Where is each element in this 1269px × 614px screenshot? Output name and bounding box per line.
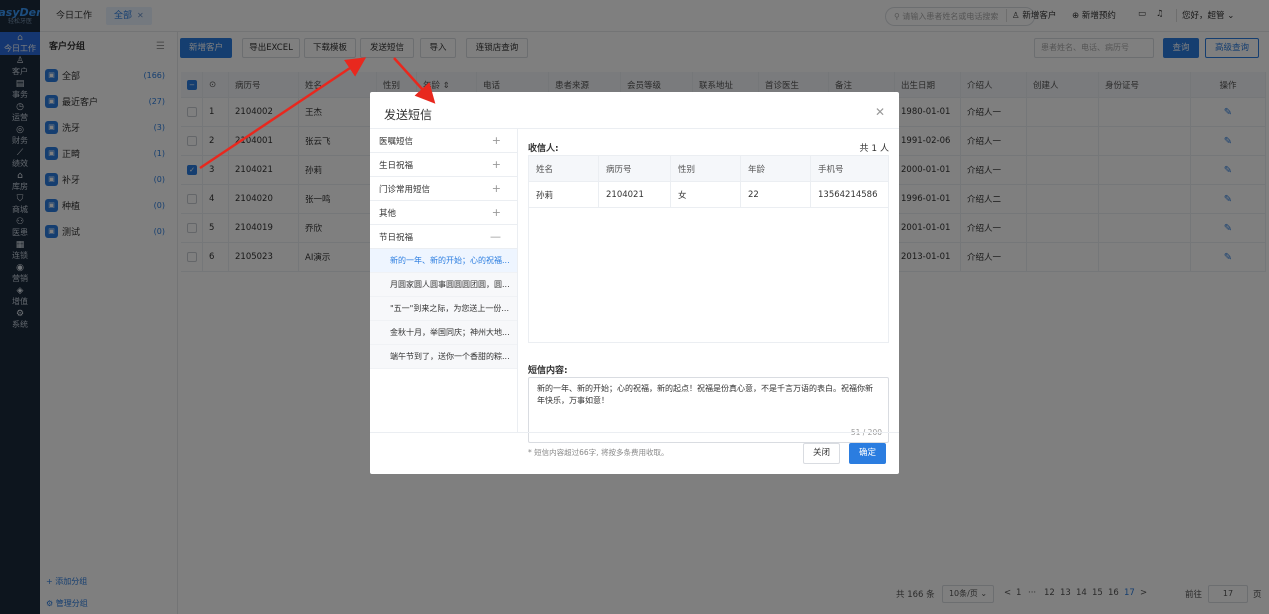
category-label: 门诊常用短信 <box>379 184 431 195</box>
recipient-id: 2104021 <box>599 182 671 207</box>
minus-icon[interactable]: — <box>490 230 501 243</box>
close-button[interactable]: 关闭 <box>803 443 841 464</box>
plus-icon[interactable]: + <box>492 206 501 219</box>
sms-template-item[interactable]: 金秋十月，举国同庆；神州大地... <box>370 321 517 345</box>
plus-icon[interactable]: + <box>492 134 501 147</box>
sms-compose-panel: 收信人: 共 1 人 姓名 病历号 性别 年龄 手机号 孙莉 2104021 女 22 … <box>518 128 899 457</box>
sms-template-item[interactable]: 端午节到了，送你一个香甜的粽... <box>370 345 517 369</box>
template-category[interactable]: 节日祝福 — <box>370 225 517 249</box>
plus-icon[interactable]: + <box>492 182 501 195</box>
recipient-gender: 女 <box>671 182 741 207</box>
recipient-phone: 13564214586 <box>818 189 878 200</box>
recipient-column-header: 姓名 <box>529 156 599 181</box>
close-icon[interactable]: ✕ <box>875 105 885 119</box>
template-category[interactable]: 门诊常用短信 + <box>370 177 517 201</box>
recipient-column-header: 病历号 <box>599 156 671 181</box>
recipient-column-header: 性别 <box>671 156 741 181</box>
plus-icon[interactable]: + <box>492 158 501 171</box>
recipients-header-row: 姓名 病历号 性别 年龄 手机号 <box>529 156 888 182</box>
sms-template-item[interactable]: "五一"到来之际，为您送上一份... <box>370 297 517 321</box>
recipient-column-header: 手机号 <box>818 164 844 175</box>
template-category[interactable]: 生日祝福 + <box>370 153 517 177</box>
recipient-column-header: 年龄 <box>741 156 811 181</box>
recipients-table: 姓名 病历号 性别 年龄 手机号 孙莉 2104021 女 22 13564214586 <box>528 155 889 343</box>
recipient-age: 22 <box>741 182 811 207</box>
template-category-list: 医嘱短信 + 生日祝福 + 门诊常用短信 + 其他 + 节日祝福 — 新的一年、新的开始；心的祝福.… <box>370 128 518 432</box>
template-category[interactable]: 其他 + <box>370 201 517 225</box>
sms-content-text: 新的一年、新的开始；心的祝福，新的起点！祝福是份真心意，不是千言万语的表白。祝福… <box>537 384 873 405</box>
recipients-total: 共 1 人 <box>859 144 889 154</box>
dialog-footer: 关闭 确定 <box>370 432 899 474</box>
category-label: 节日祝福 <box>379 232 414 243</box>
sms-template-item[interactable]: 月圆家圆人圆事圆圆圆团圆，圆... <box>370 273 517 297</box>
template-category[interactable]: 医嘱短信 + <box>370 129 517 153</box>
sms-template-item[interactable]: 新的一年、新的开始；心的祝福... <box>370 249 517 273</box>
category-label: 其他 <box>379 208 397 219</box>
category-label: 医嘱短信 <box>379 136 414 147</box>
recipient-name: 孙莉 <box>529 182 599 207</box>
recipient-row: 孙莉 2104021 女 22 13564214586 <box>529 182 888 208</box>
send-sms-dialog: 发送短信 ✕ 医嘱短信 + 生日祝福 + 门诊常用短信 + 其他 + 节日祝福 — 新的一年、新的开… <box>370 92 899 474</box>
confirm-button[interactable]: 确定 <box>849 443 887 464</box>
recipients-label: 收信人: <box>528 144 559 154</box>
dialog-title: 发送短信 <box>384 108 433 122</box>
sms-content-label: 短信内容: <box>528 366 568 376</box>
category-label: 生日祝福 <box>379 160 414 171</box>
